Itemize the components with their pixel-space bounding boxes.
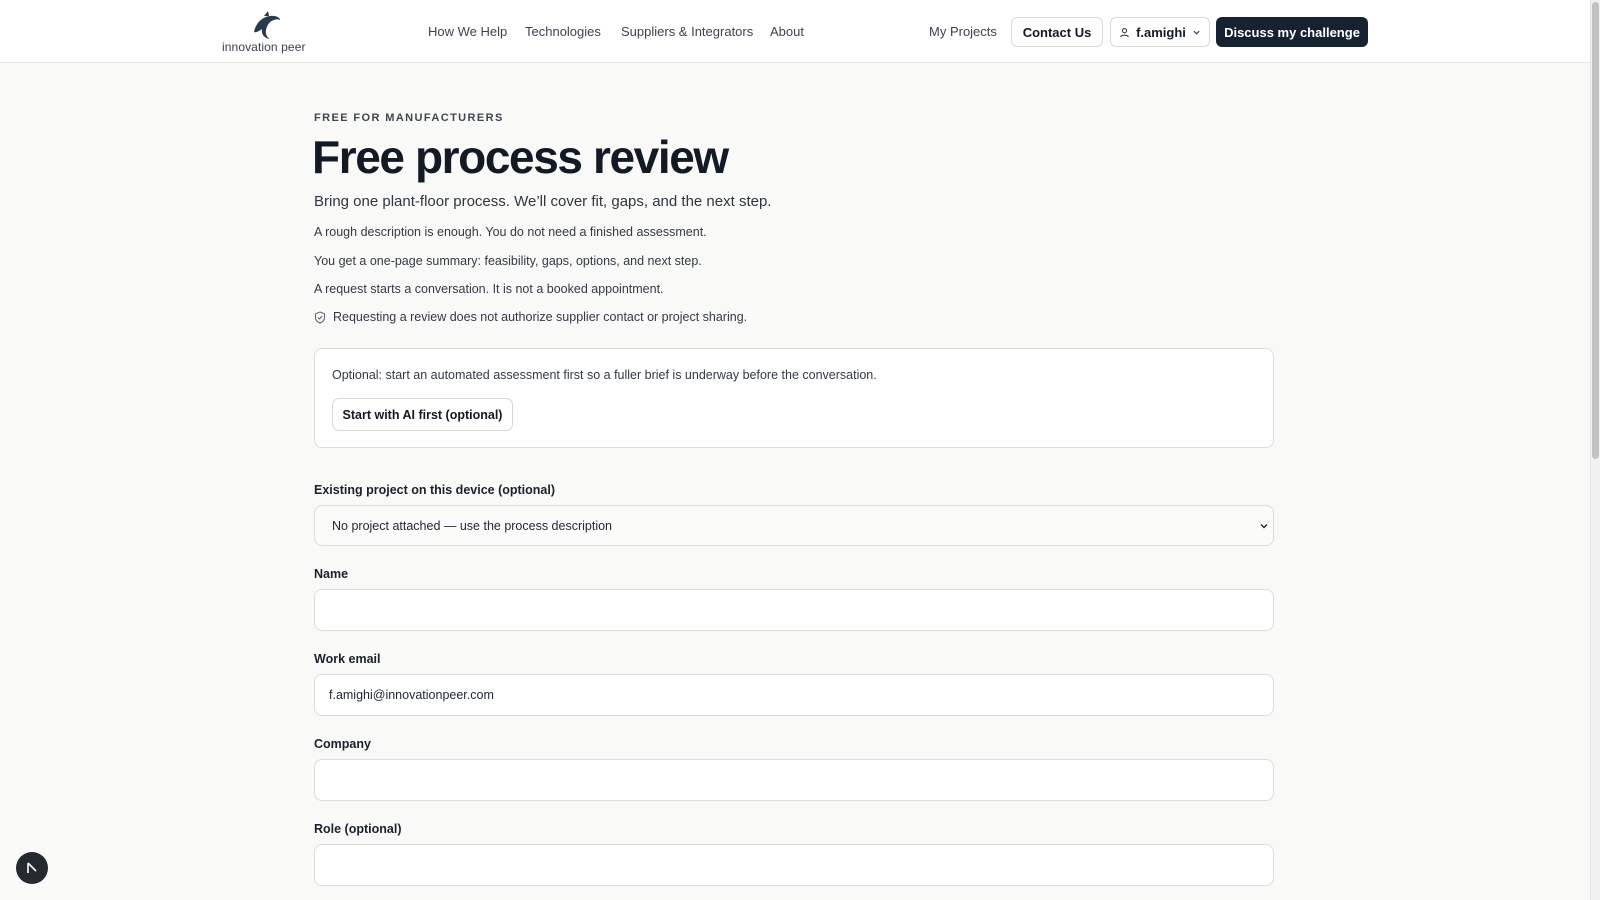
card-text: Optional: start an automated assessment … [332, 368, 877, 382]
existing-project-value: No project attached — use the process de… [332, 518, 613, 533]
dolphin-logo-icon [254, 11, 280, 39]
point-text: A request starts a conversation. It is n… [314, 282, 664, 296]
floating-action-button[interactable] [16, 852, 48, 884]
nav-how-we-help[interactable]: How We Help [428, 24, 507, 39]
chevron-down-icon [1260, 523, 1268, 528]
contact-us-button[interactable]: Contact Us [1011, 17, 1103, 47]
nav-suppliers-integrators[interactable]: Suppliers & Integrators [621, 24, 753, 39]
my-projects-link[interactable]: My Projects [929, 24, 997, 39]
nav-technologies[interactable]: Technologies [525, 24, 601, 39]
role-label: Role (optional) [314, 822, 402, 836]
lead-text: Bring one plant-floor process. We’ll cov… [314, 193, 772, 210]
shield-check-icon [315, 310, 325, 324]
nav-about[interactable]: About [770, 24, 804, 39]
page-title: Free process review [312, 131, 729, 183]
point-text: A rough description is enough. You do no… [314, 225, 707, 239]
logo-text: innovation peer [222, 40, 306, 54]
note-text: Requesting a review does not authorize s… [333, 310, 748, 324]
discuss-challenge-button[interactable]: Discuss my challenge [1216, 17, 1368, 47]
point-text: You get a one-page summary: feasibility,… [314, 254, 702, 268]
optional-ai-card: Optional: start an automated assessment … [314, 348, 1274, 448]
company-label: Company [314, 737, 371, 751]
site-logo[interactable]: innovation peer [222, 10, 312, 54]
work-email-label: Work email [314, 652, 381, 666]
authorization-note: Requesting a review does not authorize s… [314, 310, 747, 324]
role-field[interactable] [314, 844, 1274, 886]
chevron-down-icon [1193, 30, 1200, 35]
company-field[interactable] [314, 759, 1274, 801]
existing-project-select[interactable]: No project attached — use the process de… [314, 505, 1274, 546]
start-with-ai-button[interactable]: Start with AI first (optional) [332, 398, 513, 431]
work-email-field[interactable] [314, 674, 1274, 716]
user-name: f.amighi [1136, 24, 1186, 40]
user-menu-button[interactable]: f.amighi [1110, 17, 1210, 47]
eyebrow-text: FREE FOR MANUFACTURERS [314, 112, 504, 124]
name-label: Name [314, 567, 349, 581]
scrollbar-thumb[interactable] [1592, 2, 1599, 459]
user-icon [1120, 27, 1129, 37]
existing-project-label: Existing project on this device (optiona… [314, 483, 555, 497]
cursor-arrow-icon [27, 862, 37, 873]
name-field[interactable] [314, 589, 1274, 631]
site-header: innovation peer How We Help Technologies… [0, 0, 1590, 63]
